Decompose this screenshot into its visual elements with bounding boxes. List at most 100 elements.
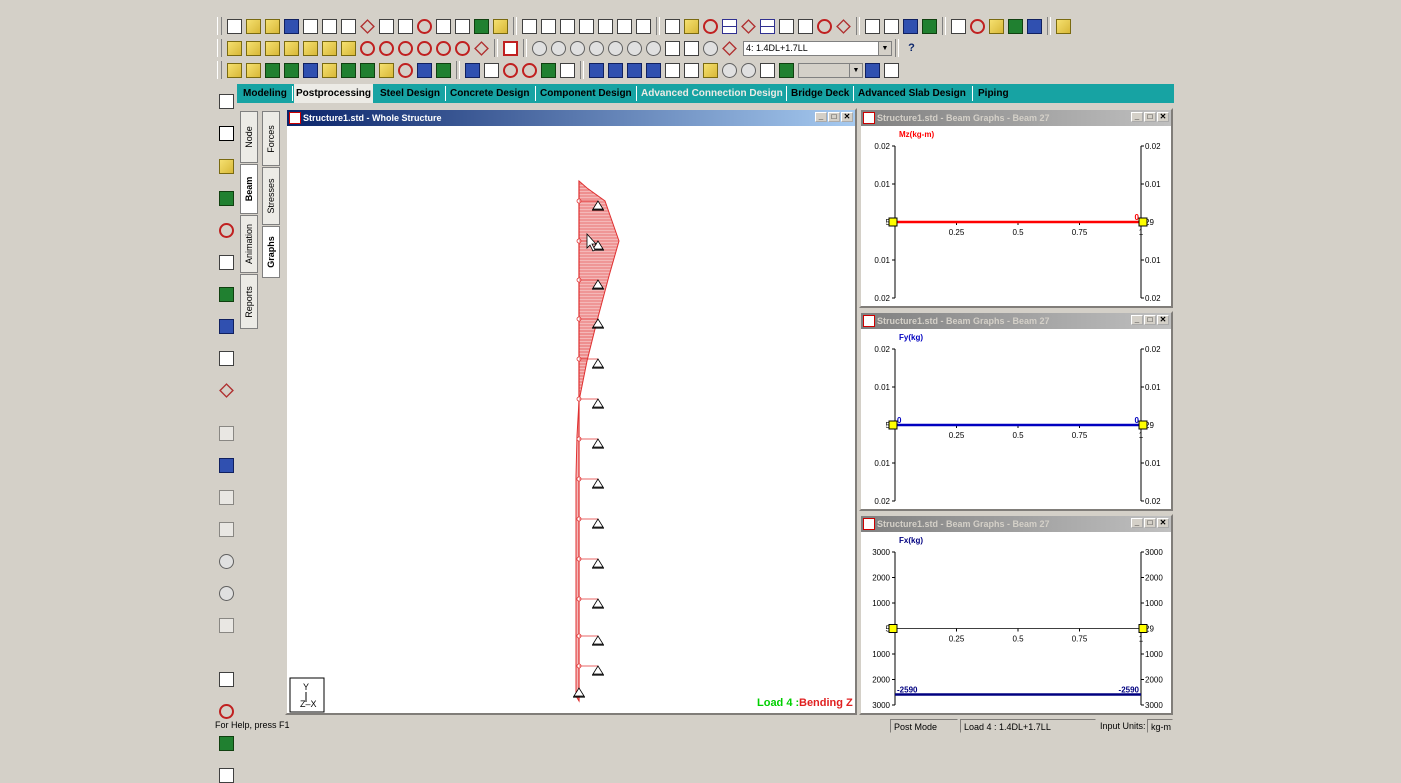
select-box-icon[interactable] — [503, 40, 518, 56]
right-view-icon[interactable] — [303, 40, 318, 56]
paste-icon[interactable] — [341, 18, 356, 34]
beam-parallel-icon[interactable] — [219, 458, 234, 473]
start-node-handle[interactable] — [888, 217, 898, 227]
structure-window[interactable]: Structure1.std - Whole Structure _ □ ✕ Y… — [285, 108, 857, 715]
snap-grid-icon[interactable] — [541, 62, 556, 78]
reaction-icon[interactable] — [722, 62, 737, 78]
mesh-icon[interactable] — [360, 62, 375, 78]
page-tab-animation[interactable]: Animation — [240, 215, 258, 273]
view-3d-icon[interactable] — [474, 40, 489, 56]
stress-icon[interactable] — [741, 62, 756, 78]
tab-component-design[interactable]: Component Design — [538, 85, 634, 102]
page-tab-node[interactable]: Node — [240, 111, 258, 163]
open-file-icon[interactable] — [246, 18, 261, 34]
display-window-icon[interactable] — [665, 40, 680, 56]
globe-icon[interactable] — [417, 62, 432, 78]
my-icon[interactable] — [684, 62, 699, 78]
result-type-select[interactable]: ▼ — [798, 62, 863, 78]
toolbar-grip[interactable] — [217, 17, 222, 35]
cross-cursor-icon[interactable] — [219, 383, 234, 398]
beams-cursor-icon[interactable] — [219, 126, 234, 141]
load-case-select[interactable]: 4: 1.4DL+1.7LL ▼ — [743, 40, 892, 56]
rotate-left-icon[interactable] — [398, 40, 413, 56]
zoom-dynamic-icon[interactable] — [589, 40, 604, 56]
beam-numbers-icon[interactable] — [741, 18, 756, 34]
delete-icon[interactable] — [360, 18, 375, 34]
by-list-icon[interactable] — [219, 490, 234, 505]
redo-icon[interactable] — [398, 18, 413, 34]
structure-wizard-icon[interactable] — [865, 18, 880, 34]
maximize-button[interactable]: □ — [1144, 518, 1156, 528]
surfaces-cursor-icon[interactable] — [219, 223, 234, 238]
graph-window-title[interactable]: Structure1.std - Beam Graphs - Beam 27 _… — [861, 516, 1171, 532]
animation-icon[interactable] — [1027, 18, 1042, 34]
cut-icon[interactable] — [322, 18, 337, 34]
toolbar-grip[interactable] — [217, 39, 222, 57]
undo-icon[interactable] — [379, 18, 394, 34]
cursor-icon[interactable] — [560, 62, 575, 78]
minimize-button[interactable]: _ — [1131, 315, 1143, 325]
solid-select-icon[interactable] — [322, 62, 337, 78]
screen-icon[interactable] — [865, 62, 880, 78]
magnify-icon[interactable] — [703, 40, 718, 56]
save-icon[interactable] — [284, 18, 299, 34]
structure-diagram-icon[interactable] — [684, 18, 699, 34]
beam-graph-window-fx[interactable]: Structure1.std - Beam Graphs - Beam 27 _… — [859, 514, 1173, 715]
page-tab-graphs[interactable]: Graphs — [262, 226, 280, 278]
torsion-diagram-icon[interactable] — [646, 62, 661, 78]
missing-attributes-icon[interactable] — [219, 586, 234, 601]
zoom-window-icon[interactable] — [570, 40, 585, 56]
start-node-handle[interactable] — [888, 420, 898, 430]
physical-members-icon[interactable] — [219, 287, 234, 302]
minimize-button[interactable]: _ — [1131, 112, 1143, 122]
spin-right-icon[interactable] — [455, 40, 470, 56]
section-force-icon[interactable] — [760, 62, 775, 78]
by-group-icon[interactable] — [219, 554, 234, 569]
tab-steel-design[interactable]: Steel Design — [378, 85, 442, 102]
page-tab-stresses[interactable]: Stresses — [262, 167, 280, 225]
mz-graph[interactable]: Mz(kg-m)0.02 0.020.01 0.015 290.01 0.010.02 0… — [861, 126, 1171, 306]
chevron-down-icon[interactable]: ▼ — [878, 41, 891, 55]
grid-icon[interactable] — [436, 62, 451, 78]
tab-bridge-deck[interactable]: Bridge Deck — [789, 85, 851, 102]
tab-piping[interactable]: Piping — [976, 85, 1011, 102]
chevron-down-icon[interactable]: ▼ — [849, 63, 862, 77]
highlight-icon[interactable] — [836, 18, 851, 34]
help-icon[interactable]: ? — [904, 41, 919, 56]
new-window-icon[interactable] — [665, 18, 680, 34]
copy-icon[interactable] — [303, 18, 318, 34]
maximize-button[interactable]: □ — [1144, 112, 1156, 122]
beam-graph-window-mz[interactable]: Structure1.std - Beam Graphs - Beam 27 _… — [859, 108, 1173, 308]
export-icon[interactable] — [636, 18, 651, 34]
end-node-handle[interactable] — [1138, 624, 1148, 633]
page-tab-forces[interactable]: Forces — [262, 111, 280, 166]
load-icon[interactable] — [227, 62, 242, 78]
edit-input-icon[interactable] — [436, 18, 451, 34]
print-setup-icon[interactable] — [617, 18, 632, 34]
left-view-icon[interactable] — [284, 40, 299, 56]
rotate-up-icon[interactable] — [360, 40, 375, 56]
intersect-icon[interactable] — [503, 62, 518, 78]
rotate-down-icon[interactable] — [379, 40, 394, 56]
tab-advanced-connection-design[interactable]: Advanced Connection Design — [639, 85, 785, 102]
parallel-icon[interactable] — [219, 426, 234, 441]
query-help-icon[interactable] — [884, 62, 899, 78]
page-tab-beam[interactable]: Beam — [240, 164, 258, 214]
fx-graph[interactable]: Fx(kg)3000 30002000 20001000 10005 291000 100… — [861, 532, 1171, 713]
dimension-icon[interactable] — [703, 18, 718, 34]
beam-select-icon[interactable] — [284, 62, 299, 78]
support-icon[interactable] — [246, 62, 261, 78]
displacement-icon[interactable] — [703, 62, 718, 78]
inverse-icon[interactable] — [219, 618, 234, 633]
end-node-handle[interactable] — [1138, 420, 1148, 430]
report-setup-icon[interactable] — [579, 18, 594, 34]
close-button[interactable]: ✕ — [1157, 112, 1169, 122]
print-icon[interactable] — [522, 18, 537, 34]
lightbulb-icon[interactable] — [1056, 18, 1071, 34]
minimize-button[interactable]: _ — [815, 112, 827, 122]
close-button[interactable]: ✕ — [1157, 315, 1169, 325]
calculator-icon[interactable] — [455, 18, 470, 34]
plate-select-icon[interactable] — [303, 62, 318, 78]
solids-cursor-icon[interactable] — [219, 191, 234, 206]
fy-graph[interactable]: Fy(kg)0.02 0.020.01 0.015 290.01 0.010.02 0.0… — [861, 329, 1171, 509]
